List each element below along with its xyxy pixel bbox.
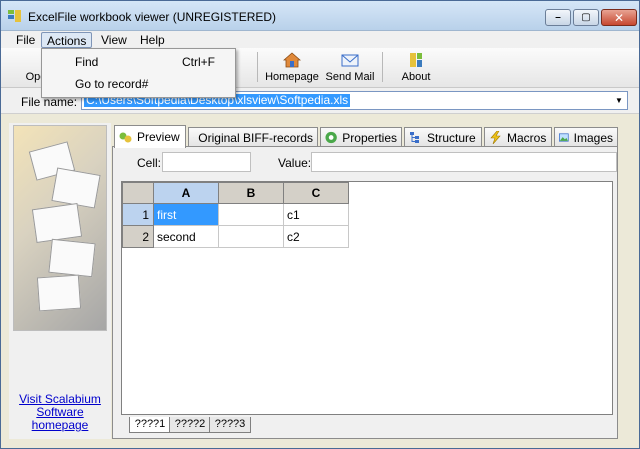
left-panel: Visit Scalabium Software homepage — [9, 123, 111, 439]
go-to-record-label: Go to record# — [75, 77, 149, 91]
row-header-1[interactable]: 1 — [122, 203, 154, 226]
about-button[interactable]: About — [397, 50, 435, 86]
find-shortcut: Ctrl+F — [182, 55, 215, 69]
preview-icon — [119, 132, 132, 142]
preview-panel: Cell: Value: A B C 1 first c1 2 second c… — [112, 146, 618, 439]
app-icon — [8, 10, 21, 22]
close-button[interactable]: ✕ — [601, 9, 637, 26]
mail-icon — [341, 54, 359, 67]
tab-original-biff-records-label: Original BIFF-records — [198, 130, 313, 145]
column-header-row: A B C — [122, 182, 349, 204]
column-header-a[interactable]: A — [153, 182, 219, 204]
cell-c1[interactable]: c1 — [283, 203, 349, 226]
tab-properties-label: Properties — [342, 130, 397, 145]
certificates-illustration — [13, 125, 107, 331]
maximize-button[interactable]: ▢ — [573, 9, 599, 26]
send-mail-label: Send Mail — [325, 71, 375, 83]
tab-properties[interactable]: Properties — [320, 127, 402, 147]
table-row: 2 second c2 — [122, 225, 349, 248]
spreadsheet-grid[interactable]: A B C 1 first c1 2 second c2 — [121, 181, 613, 415]
minimize-button[interactable]: – — [545, 9, 571, 26]
menu-view[interactable]: View — [96, 32, 132, 48]
actions-dropdown-menu: Find Ctrl+F Go to record# — [41, 48, 236, 98]
cell-a2[interactable]: second — [153, 225, 219, 248]
tab-images-label: Images — [573, 130, 613, 145]
corner-header[interactable] — [122, 182, 154, 204]
toolbar-separator — [257, 52, 258, 82]
menu-bar: File Actions View Help — [1, 31, 639, 48]
cell-c2[interactable]: c2 — [283, 225, 349, 248]
about-label: About — [401, 71, 431, 83]
cell-label: Cell: — [137, 156, 162, 170]
find-label: Find — [75, 55, 99, 69]
tab-images[interactable]: Images — [554, 127, 618, 147]
tab-preview[interactable]: Preview — [114, 125, 186, 148]
minimize-icon: – — [555, 12, 561, 23]
maximize-icon: ▢ — [581, 12, 591, 23]
column-header-c[interactable]: C — [283, 182, 349, 204]
tab-original-biff-records[interactable]: Original BIFF-records — [188, 127, 318, 147]
about-icon — [410, 53, 422, 67]
homepage-button[interactable]: Homepage — [263, 50, 321, 86]
chevron-down-icon[interactable]: ▼ — [613, 94, 625, 107]
menu-actions[interactable]: Actions — [41, 32, 93, 48]
menu-file[interactable]: File — [11, 32, 40, 48]
tab-macros[interactable]: Macros — [484, 127, 552, 147]
menu-item-find[interactable]: Find Ctrl+F — [42, 52, 235, 72]
cell-b1[interactable] — [218, 203, 284, 226]
window-title: ExcelFile workbook viewer (UNREGISTERED) — [28, 10, 277, 24]
image-icon — [559, 133, 569, 142]
structure-icon — [410, 132, 419, 143]
sheet-tab-1[interactable]: ????1 — [129, 417, 171, 433]
title-bar: ExcelFile workbook viewer (UNREGISTERED)… — [1, 1, 639, 31]
lightning-icon — [490, 131, 501, 144]
cell-field[interactable] — [162, 152, 251, 172]
tab-bar: Preview Original BIFF-records Properties… — [112, 125, 618, 148]
sheet-tab-2[interactable]: ????2 — [169, 417, 211, 433]
table-row: 1 first c1 — [122, 203, 349, 226]
row-header-2[interactable]: 2 — [122, 225, 154, 248]
sheet-tab-3[interactable]: ????3 — [209, 417, 251, 433]
value-label: Value: — [278, 156, 312, 170]
send-mail-button[interactable]: Send Mail — [325, 50, 375, 86]
tab-structure-label: Structure — [427, 130, 476, 145]
visit-homepage-link[interactable]: Visit Scalabium Software homepage — [9, 393, 111, 432]
column-header-b[interactable]: B — [218, 182, 284, 204]
tab-structure[interactable]: Structure — [404, 127, 482, 147]
properties-icon — [325, 131, 337, 144]
cell-b2[interactable] — [218, 225, 284, 248]
app-window: ExcelFile workbook viewer (UNREGISTERED)… — [0, 0, 640, 449]
menu-item-go-to-record[interactable]: Go to record# — [42, 74, 235, 94]
close-icon: ✕ — [613, 10, 625, 25]
menu-help[interactable]: Help — [135, 32, 170, 48]
toolbar-separator — [382, 52, 383, 82]
value-field[interactable] — [311, 152, 617, 172]
tab-macros-label: Macros — [507, 130, 547, 145]
homepage-label: Homepage — [265, 71, 319, 83]
tab-preview-label: Preview — [137, 130, 180, 144]
cell-a1[interactable]: first — [153, 203, 219, 226]
home-icon — [283, 52, 301, 68]
